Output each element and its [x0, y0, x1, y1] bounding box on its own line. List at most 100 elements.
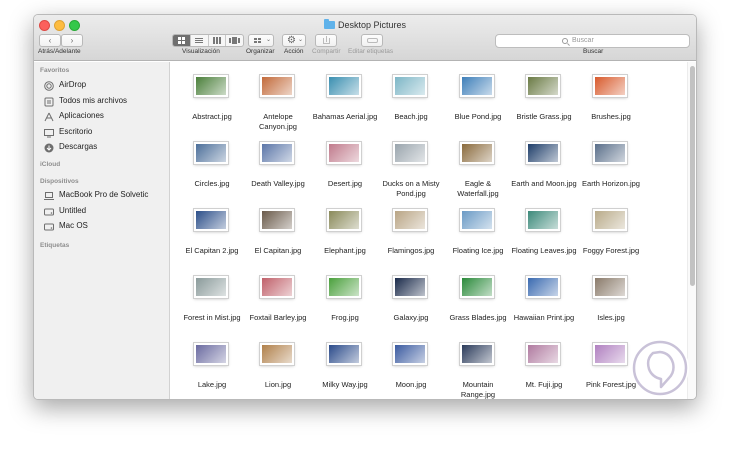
file-thumbnail[interactable]	[393, 209, 427, 231]
file-name: Galaxy.jpg	[393, 313, 429, 322]
file-name: Hawaiian Print.jpg	[513, 313, 575, 322]
file-thumbnail[interactable]	[593, 142, 627, 164]
speech-bubble-logo-icon	[632, 340, 688, 396]
edit-tags-button[interactable]	[361, 34, 383, 47]
file-thumbnail[interactable]	[593, 75, 627, 97]
search-input[interactable]: Buscar	[495, 34, 690, 48]
chevron-right-icon: ›	[70, 36, 74, 45]
back-button[interactable]: ‹	[39, 34, 61, 47]
disk-icon	[44, 207, 54, 216]
gallery-view-button[interactable]	[226, 35, 243, 46]
file-name: El Capitan.jpg	[254, 246, 302, 255]
file-name: Mt. Fuji.jpg	[525, 380, 563, 389]
finder-window: Desktop Pictures ‹ › Atrás/Adelante Visu…	[33, 14, 697, 400]
file-name: Foggy Forest.jpg	[582, 246, 640, 255]
file-thumbnail[interactable]	[460, 209, 494, 231]
view-mode-control	[172, 34, 244, 47]
sidebar-item-label: Todos mis archivos	[59, 95, 128, 105]
file-thumbnail[interactable]	[260, 209, 294, 231]
sidebar-item-label: Untitled	[59, 205, 87, 215]
file-thumbnail[interactable]	[194, 75, 228, 97]
file-thumbnail[interactable]	[593, 209, 627, 231]
file-thumbnail[interactable]	[194, 276, 228, 298]
file-name: Isles.jpg	[597, 313, 625, 322]
grid-icon	[177, 37, 185, 44]
downloads-icon	[44, 143, 54, 153]
sidebar-item-label: Descargas	[59, 142, 98, 151]
file-thumbnail[interactable]	[393, 276, 427, 298]
view-label: Visualización	[182, 48, 220, 55]
file-thumbnail[interactable]	[593, 343, 627, 365]
scroll-thumb[interactable]	[690, 66, 695, 286]
icloud-header: iCloud	[40, 161, 61, 168]
forward-button[interactable]: ›	[61, 34, 83, 47]
file-thumbnail[interactable]	[327, 75, 361, 97]
chevron-down-icon: ⌄	[298, 37, 304, 43]
all-files-icon	[44, 97, 54, 106]
action-button[interactable]: ⚙ ⌄	[282, 34, 306, 47]
list-icon	[195, 38, 204, 43]
file-name: Lake.jpg	[197, 380, 227, 389]
file-name: Bahamas Aerial.jpg	[312, 112, 378, 121]
file-name: Earth and Moon.jpg	[511, 179, 577, 188]
applications-icon	[44, 112, 54, 122]
file-name: Death Valley.jpg	[251, 179, 305, 188]
file-thumbnail[interactable]	[460, 142, 494, 164]
file-thumbnail[interactable]	[526, 142, 560, 164]
laptop-icon	[44, 191, 54, 200]
file-name: Mountain Range.jpg	[460, 380, 496, 399]
file-thumbnail[interactable]	[327, 276, 361, 298]
file-thumbnail[interactable]	[460, 75, 494, 97]
file-name: Moon.jpg	[395, 380, 427, 389]
file-thumbnail[interactable]	[526, 209, 560, 231]
file-thumbnail[interactable]	[327, 142, 361, 164]
file-thumbnail[interactable]	[526, 276, 560, 298]
file-thumbnail[interactable]	[526, 75, 560, 97]
file-thumbnail[interactable]	[393, 142, 427, 164]
file-name: Brushes.jpg	[591, 112, 631, 121]
file-thumbnail[interactable]	[327, 343, 361, 365]
file-thumbnail[interactable]	[260, 75, 294, 97]
file-thumbnail[interactable]	[327, 209, 361, 231]
chevron-down-icon: ⌄	[266, 37, 272, 43]
sidebar: Favoritos AirDrop Todos mis archivos Aplic…	[34, 62, 170, 399]
file-name: Desert.jpg	[327, 179, 363, 188]
file-name: Abstract.jpg	[192, 112, 232, 121]
watermark-logo	[631, 339, 689, 397]
file-thumbnail[interactable]	[194, 209, 228, 231]
title-bar: Desktop Pictures ‹ › Atrás/Adelante Visu…	[34, 15, 696, 61]
file-name: Grass Blades.jpg	[449, 313, 507, 322]
file-thumbnail[interactable]	[260, 142, 294, 164]
search-placeholder: Buscar	[572, 37, 594, 44]
file-thumbnail[interactable]	[593, 276, 627, 298]
file-name: Antelope Canyon.jpg	[259, 112, 297, 131]
file-thumbnail[interactable]	[194, 142, 228, 164]
file-thumbnail[interactable]	[260, 343, 294, 365]
file-name: Circles.jpg	[194, 179, 230, 188]
file-thumbnail[interactable]	[526, 343, 560, 365]
column-view-button[interactable]	[209, 35, 227, 46]
edit-tags-label: Editar etiquetas	[348, 48, 394, 55]
folder-icon	[323, 19, 335, 29]
arrange-label: Organizar	[246, 48, 275, 55]
file-name: Forest in Mist.jpg	[183, 313, 241, 322]
file-thumbnail[interactable]	[393, 343, 427, 365]
file-thumbnail[interactable]	[194, 343, 228, 365]
favorites-header: Favoritos	[40, 67, 70, 74]
icon-view-button[interactable]	[173, 35, 191, 46]
file-thumbnail[interactable]	[460, 276, 494, 298]
file-name: Flamingos.jpg	[387, 246, 435, 255]
disk-icon	[44, 222, 54, 231]
share-button[interactable]	[315, 34, 337, 47]
list-view-button[interactable]	[191, 35, 209, 46]
share-label: Compartir	[312, 48, 341, 55]
file-name: Floating Leaves.jpg	[511, 246, 577, 255]
sidebar-item-label: Mac OS	[59, 221, 88, 230]
file-thumbnail[interactable]	[260, 276, 294, 298]
window-title: Desktop Pictures	[34, 19, 696, 30]
file-thumbnail[interactable]	[460, 343, 494, 365]
nav-label: Atrás/Adelante	[38, 48, 81, 55]
arrange-button[interactable]: ⌄	[248, 34, 274, 47]
file-thumbnail[interactable]	[393, 75, 427, 97]
sidebar-item-label: MacBook Pro de Solvetic	[59, 190, 149, 199]
